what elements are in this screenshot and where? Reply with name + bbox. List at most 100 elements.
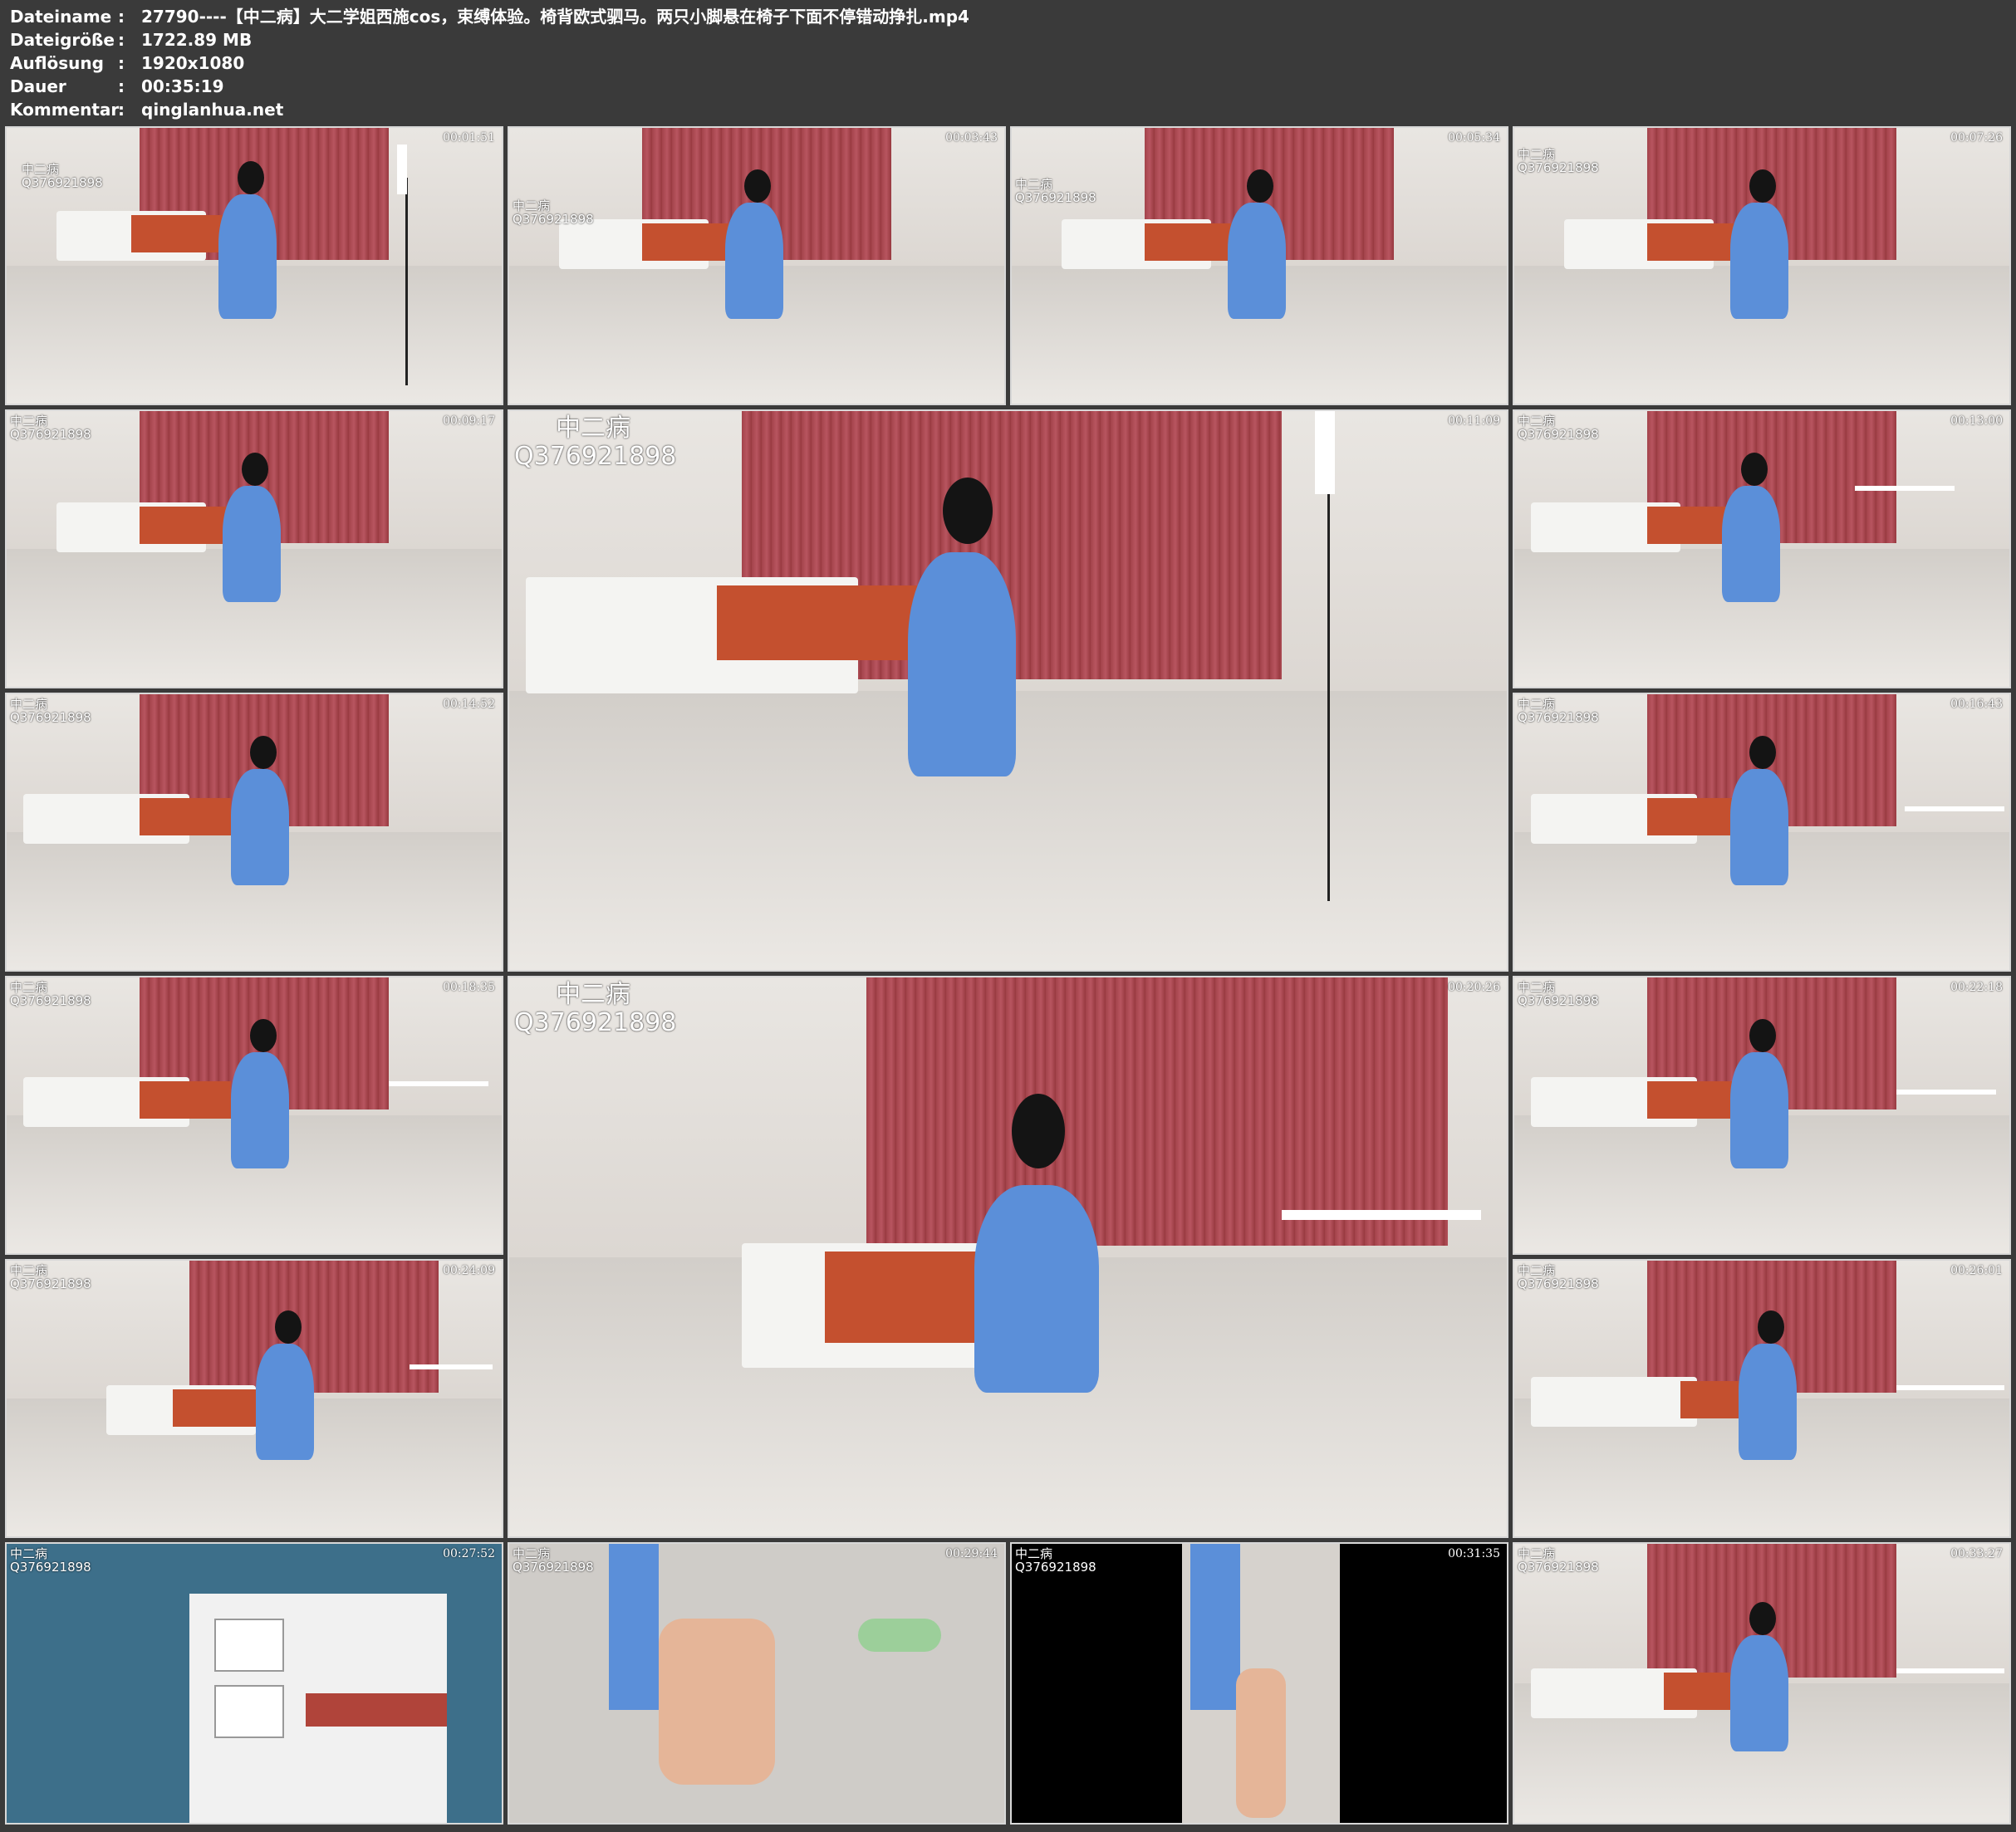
timestamp: 00:01:51 bbox=[443, 131, 495, 145]
watermark-line2: Q376921898 bbox=[1518, 1560, 1599, 1575]
watermark: 中二病 Q376921898 bbox=[513, 199, 594, 226]
video-thumbnail[interactable]: 中二病 Q376921898 00:33:27 bbox=[1513, 1542, 2011, 1825]
video-thumbnail[interactable]: 中二病 Q376921898 00:27:52 bbox=[5, 1542, 503, 1825]
comment-value: qinglanhua.net bbox=[141, 100, 284, 120]
filename-row: Dateiname:27790----【中二病】大二学姐西施cos，束缚体验。椅… bbox=[10, 5, 969, 28]
video-thumbnail[interactable]: 中二病 Q376921898 00:16:43 bbox=[1513, 693, 2011, 972]
thumbnail-grid: 中二病 Q376921898 00:01:51 中二病 Q376921898 00:… bbox=[0, 125, 2016, 1832]
timestamp: 00:33:27 bbox=[1950, 1547, 2003, 1560]
watermark-line1: 中二病 bbox=[10, 1263, 48, 1278]
watermark: 中二病 Q376921898 bbox=[1518, 1264, 1599, 1291]
watermark: 中二病 Q376921898 bbox=[10, 1547, 91, 1574]
video-thumbnail[interactable]: 中二病 Q376921898 00:24:09 bbox=[5, 1259, 503, 1538]
watermark-line1: 中二病 bbox=[1015, 177, 1053, 192]
timestamp: 00:09:17 bbox=[443, 414, 495, 428]
watermark: 中二病 Q376921898 bbox=[513, 1547, 594, 1574]
timestamp: 00:31:35 bbox=[1448, 1547, 1500, 1560]
watermark-line2: Q376921898 bbox=[513, 212, 594, 227]
watermark: 中二病 Q376921898 bbox=[514, 981, 676, 1037]
timestamp: 00:14:52 bbox=[443, 698, 495, 711]
video-thumbnail[interactable]: 中二病 Q376921898 00:03:43 bbox=[508, 126, 1006, 405]
watermark-line1: 中二病 bbox=[1015, 1546, 1053, 1561]
watermark-line1: 中二病 bbox=[10, 980, 48, 995]
watermark: 中二病 Q376921898 bbox=[10, 981, 91, 1007]
timestamp: 00:16:43 bbox=[1950, 698, 2003, 711]
timestamp: 00:26:01 bbox=[1950, 1264, 2003, 1277]
timestamp: 00:18:35 bbox=[443, 981, 495, 994]
watermark-line1: 中二病 bbox=[513, 198, 551, 213]
separator: : bbox=[118, 100, 125, 120]
watermark-line1: 中二病 bbox=[1518, 147, 1556, 162]
watermark-line2: Q376921898 bbox=[1518, 427, 1599, 442]
watermark-line2: Q376921898 bbox=[10, 1276, 91, 1291]
watermark: 中二病 Q376921898 bbox=[1518, 698, 1599, 724]
video-thumbnail[interactable]: 中二病 Q376921898 00:26:01 bbox=[1513, 1259, 2011, 1538]
size-row: Dateigröße:1722.89 MB bbox=[10, 28, 252, 51]
watermark-line1: 中二病 bbox=[22, 162, 60, 177]
watermark: 中二病 Q376921898 bbox=[1518, 148, 1599, 174]
video-thumbnail[interactable]: 中二病 Q376921898 00:22:18 bbox=[1513, 976, 2011, 1255]
filename-label: Dateiname bbox=[10, 7, 112, 27]
timestamp: 00:07:26 bbox=[1950, 131, 2003, 145]
watermark: 中二病 Q376921898 bbox=[1518, 1547, 1599, 1574]
watermark-line1: 中二病 bbox=[556, 414, 630, 443]
separator: : bbox=[118, 53, 125, 73]
timestamp: 00:20:26 bbox=[1448, 981, 1500, 994]
filename-value: 27790----【中二病】大二学姐西施cos，束缚体验。椅背欧式驷马。两只小脚… bbox=[141, 7, 969, 27]
watermark: 中二病 Q376921898 bbox=[10, 698, 91, 724]
timestamp: 00:05:34 bbox=[1448, 131, 1500, 145]
watermark-line1: 中二病 bbox=[1518, 1263, 1556, 1278]
comment-label: Kommentar bbox=[10, 100, 120, 120]
watermark: 中二病 Q376921898 bbox=[22, 163, 103, 189]
watermark-line2: Q376921898 bbox=[514, 442, 677, 471]
watermark-line2: Q376921898 bbox=[1518, 993, 1599, 1008]
video-thumbnail[interactable]: 中二病 Q376921898 00:31:35 bbox=[1010, 1542, 1508, 1825]
video-thumbnail-large[interactable]: 中二病 Q376921898 00:20:26 bbox=[508, 976, 1508, 1538]
timestamp: 00:24:09 bbox=[443, 1264, 495, 1277]
duration-value: 00:35:19 bbox=[141, 76, 224, 96]
timestamp: 00:27:52 bbox=[443, 1547, 495, 1560]
watermark-line2: Q376921898 bbox=[10, 427, 91, 442]
watermark-line1: 中二病 bbox=[556, 980, 630, 1009]
video-thumbnail[interactable]: 中二病 Q376921898 00:05:34 bbox=[1010, 126, 1508, 405]
watermark-line2: Q376921898 bbox=[1015, 1560, 1096, 1575]
watermark-line1: 中二病 bbox=[10, 697, 48, 712]
watermark-line1: 中二病 bbox=[1518, 980, 1556, 995]
video-thumbnail[interactable]: 中二病 Q376921898 00:13:00 bbox=[1513, 409, 2011, 688]
timestamp: 00:13:00 bbox=[1950, 414, 2003, 428]
size-value: 1722.89 MB bbox=[141, 30, 253, 50]
video-thumbnail[interactable]: 中二病 Q376921898 00:29:44 bbox=[508, 1542, 1006, 1825]
comment-row: Kommentar: qinglanhua.net bbox=[10, 98, 283, 121]
watermark-line1: 中二病 bbox=[1518, 697, 1556, 712]
watermark: 中二病 Q376921898 bbox=[1518, 981, 1599, 1007]
watermark: 中二病 Q376921898 bbox=[1015, 178, 1096, 204]
separator: : bbox=[118, 76, 125, 96]
separator: : bbox=[118, 30, 125, 50]
watermark-line2: Q376921898 bbox=[10, 710, 91, 725]
watermark-line1: 中二病 bbox=[10, 1546, 48, 1561]
video-thumbnail[interactable]: 中二病 Q376921898 00:07:26 bbox=[1513, 126, 2011, 405]
watermark: 中二病 Q376921898 bbox=[1518, 414, 1599, 441]
watermark-line2: Q376921898 bbox=[10, 1560, 91, 1575]
watermark-line2: Q376921898 bbox=[1015, 190, 1096, 205]
video-thumbnail[interactable]: 中二病 Q376921898 00:01:51 bbox=[5, 126, 503, 405]
watermark-line2: Q376921898 bbox=[1518, 710, 1599, 725]
video-thumbnail[interactable]: 中二病 Q376921898 00:18:35 bbox=[5, 976, 503, 1255]
file-info-header: Dateiname:27790----【中二病】大二学姐西施cos，束缚体验。椅… bbox=[0, 0, 2016, 125]
video-thumbnail[interactable]: 中二病 Q376921898 00:09:17 bbox=[5, 409, 503, 688]
duration-label: Dauer bbox=[10, 76, 66, 96]
watermark: 中二病 Q376921898 bbox=[10, 1264, 91, 1291]
separator: : bbox=[118, 7, 125, 27]
watermark-line2: Q376921898 bbox=[1518, 1276, 1599, 1291]
watermark-line2: Q376921898 bbox=[513, 1560, 594, 1575]
watermark-line2: Q376921898 bbox=[22, 175, 103, 190]
video-thumbnail[interactable]: 中二病 Q376921898 00:14:52 bbox=[5, 693, 503, 972]
watermark-line1: 中二病 bbox=[1518, 414, 1556, 429]
duration-row: Dauer:00:35:19 bbox=[10, 75, 224, 98]
video-thumbnail-large[interactable]: 中二病 Q376921898 00:11:09 bbox=[508, 409, 1508, 972]
watermark-line2: Q376921898 bbox=[514, 1008, 677, 1037]
timestamp: 00:11:09 bbox=[1448, 414, 1500, 428]
size-label: Dateigröße bbox=[10, 30, 115, 50]
timestamp: 00:22:18 bbox=[1950, 981, 2003, 994]
watermark-line2: Q376921898 bbox=[10, 993, 91, 1008]
